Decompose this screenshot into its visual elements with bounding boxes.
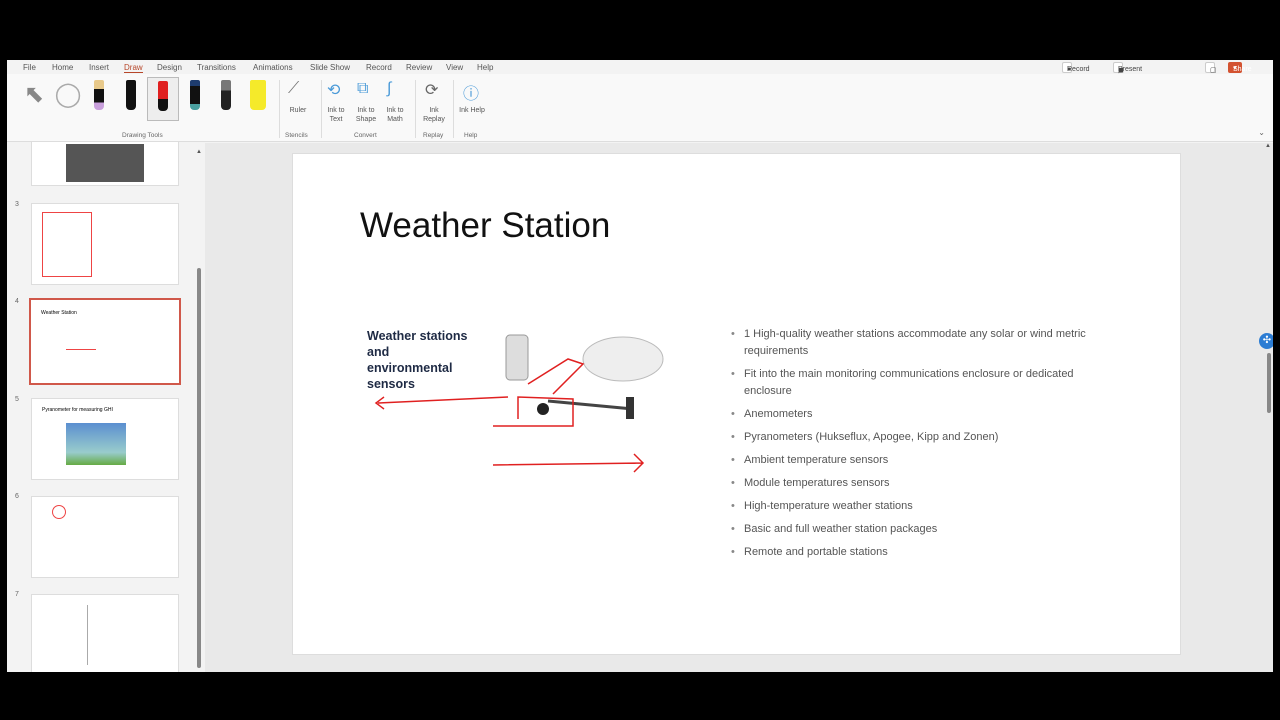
ribbon-draw: ⬉ ◯ Drawing Tools ⟋ Ruler Stencils ⟲ Ink t… <box>7 74 1273 142</box>
highlighter-icon <box>250 80 266 110</box>
tab-insert[interactable]: Insert <box>89 63 109 72</box>
bullet-item: Remote and portable stations <box>731 544 1101 561</box>
pen-2[interactable] <box>120 80 142 116</box>
tab-animations[interactable]: Animations <box>253 63 293 72</box>
comment-icon: ▢ <box>1210 67 1217 74</box>
slide-number: 3 <box>15 201 19 208</box>
pen-4[interactable] <box>184 80 206 116</box>
pen-3-selected[interactable] <box>147 77 179 121</box>
bullet-item: Ambient temperature sensors <box>731 452 1101 469</box>
tab-design[interactable]: Design <box>157 63 182 72</box>
enclosure-image <box>66 144 144 182</box>
slide-number: 6 <box>15 493 19 500</box>
diagram-image <box>42 212 92 277</box>
sensor-shield <box>505 334 529 381</box>
slide-canvas[interactable]: Weather Station Weather stations and env… <box>292 153 1181 655</box>
thumbnail-slide-2[interactable] <box>31 141 179 186</box>
divider <box>453 80 454 138</box>
slide-title[interactable]: Weather Station <box>360 206 610 246</box>
thumbnail-slide-5[interactable]: Pyranometer for measuring GHI <box>31 398 179 480</box>
ribbon-tabs: File Home Insert Draw Design Transitions… <box>7 60 1273 87</box>
record-button[interactable]: ● Record <box>1062 62 1090 73</box>
replay-icon: ⟳ <box>425 82 439 99</box>
slide-editor: Weather Station Weather stations and env… <box>205 143 1273 672</box>
present-in-teams-button[interactable]: ◼ Present in Teams <box>1113 62 1142 87</box>
pen-5[interactable] <box>215 80 237 116</box>
comments-button[interactable]: ▢ <box>1205 62 1217 74</box>
tab-transitions[interactable]: Transitions <box>197 63 236 72</box>
tab-view[interactable]: View <box>446 63 463 72</box>
divider <box>321 80 322 138</box>
pen-icon <box>190 80 200 110</box>
anemometer-cup <box>537 403 549 415</box>
pencil-icon <box>94 80 104 110</box>
thumbnail-slide-3[interactable] <box>31 203 179 285</box>
bullet-list[interactable]: 1 High-quality weather stations accommod… <box>731 326 1101 567</box>
group-label-replay: Replay <box>423 132 444 139</box>
tab-help[interactable]: Help <box>477 63 493 72</box>
slide-number: 7 <box>15 591 19 598</box>
scroll-up-icon[interactable]: ▲ <box>1265 143 1273 149</box>
powerpoint-window: File Home Insert Draw Design Transitions… <box>7 60 1273 672</box>
lasso-icon: ◯ <box>54 81 82 108</box>
sketch-image <box>66 335 96 350</box>
lasso-tool[interactable]: ◯ <box>54 80 82 116</box>
anemometer-arm <box>547 399 634 411</box>
scroll-up-icon[interactable]: ▲ <box>196 149 202 155</box>
tab-draw[interactable]: Draw <box>124 63 143 73</box>
thumbnail-title: Weather Station <box>41 310 77 316</box>
slide-number: 5 <box>15 396 19 403</box>
tab-review[interactable]: Review <box>406 63 432 72</box>
pen-1[interactable] <box>88 80 110 116</box>
ruler-icon: ⟋ <box>288 80 300 97</box>
bullet-item: Fit into the main monitoring communicati… <box>731 366 1101 400</box>
annotation-image <box>52 505 66 519</box>
bullet-item: 1 High-quality weather stations accommod… <box>731 326 1101 360</box>
tab-file[interactable]: File <box>23 63 36 72</box>
help-icon: ⓘ <box>463 86 480 103</box>
pen-icon <box>126 80 136 110</box>
group-label-drawing-tools: Drawing Tools <box>122 132 163 139</box>
editor-scrollbar[interactable]: ▲ ✣ <box>1259 143 1273 672</box>
tab-slide-show[interactable]: Slide Show <box>310 63 350 72</box>
divider <box>279 80 280 138</box>
mount <box>626 397 634 419</box>
bullet-item: Basic and full weather station packages <box>731 521 1101 538</box>
group-label-convert: Convert <box>354 132 377 139</box>
slide-thumbnail-panel: 3 4 Weather Station 5 Pyranometer for me… <box>7 141 205 672</box>
thumbnail-scroll-thumb[interactable] <box>197 268 201 668</box>
editor-scroll-thumb[interactable] <box>1267 353 1271 413</box>
divider <box>415 80 416 138</box>
bullet-item: Anemometers <box>731 406 1101 423</box>
collapse-ribbon-icon[interactable]: ⌄ <box>1258 128 1265 137</box>
bullet-item: High-temperature weather stations <box>731 498 1101 515</box>
ink-arrow-left <box>377 396 509 404</box>
bullet-item: Module temperatures sensors <box>731 475 1101 492</box>
bullet-item: Pyranometers (Hukseflux, Apogee, Kipp an… <box>731 429 1101 446</box>
highlighter[interactable] <box>247 80 269 116</box>
pen-icon <box>221 80 231 110</box>
weather-station-image <box>374 334 664 473</box>
thumbnail-slide-4[interactable]: Weather Station <box>29 298 181 385</box>
ink-arrow-right <box>492 453 645 473</box>
tab-home[interactable]: Home <box>52 63 73 72</box>
thumbnail-slide-7[interactable] <box>31 594 179 672</box>
cursor-icon: ⬉ <box>23 81 45 108</box>
pen-icon <box>158 81 168 111</box>
ink-to-shape-icon: ⧉ <box>357 80 369 97</box>
ink-to-math-icon: ∫ <box>387 80 392 97</box>
select-tool[interactable]: ⬉ <box>23 80 45 116</box>
diagram-image <box>87 605 88 665</box>
share-button[interactable]: Share ▾ <box>1228 62 1252 73</box>
thumbnail-slide-6[interactable] <box>31 496 179 578</box>
tab-record[interactable]: Record <box>366 63 392 72</box>
ink-to-text-icon: ⟲ <box>327 82 341 99</box>
slide-number: 4 <box>15 298 19 305</box>
group-label-help: Help <box>464 132 478 139</box>
group-label-stencils: Stencils <box>285 132 308 139</box>
pyranometer <box>582 336 664 382</box>
pyranometer-image <box>66 423 126 465</box>
thumbnail-title: Pyranometer for measuring GHI <box>42 407 113 413</box>
copilot-icon[interactable]: ✣ <box>1259 333 1273 349</box>
